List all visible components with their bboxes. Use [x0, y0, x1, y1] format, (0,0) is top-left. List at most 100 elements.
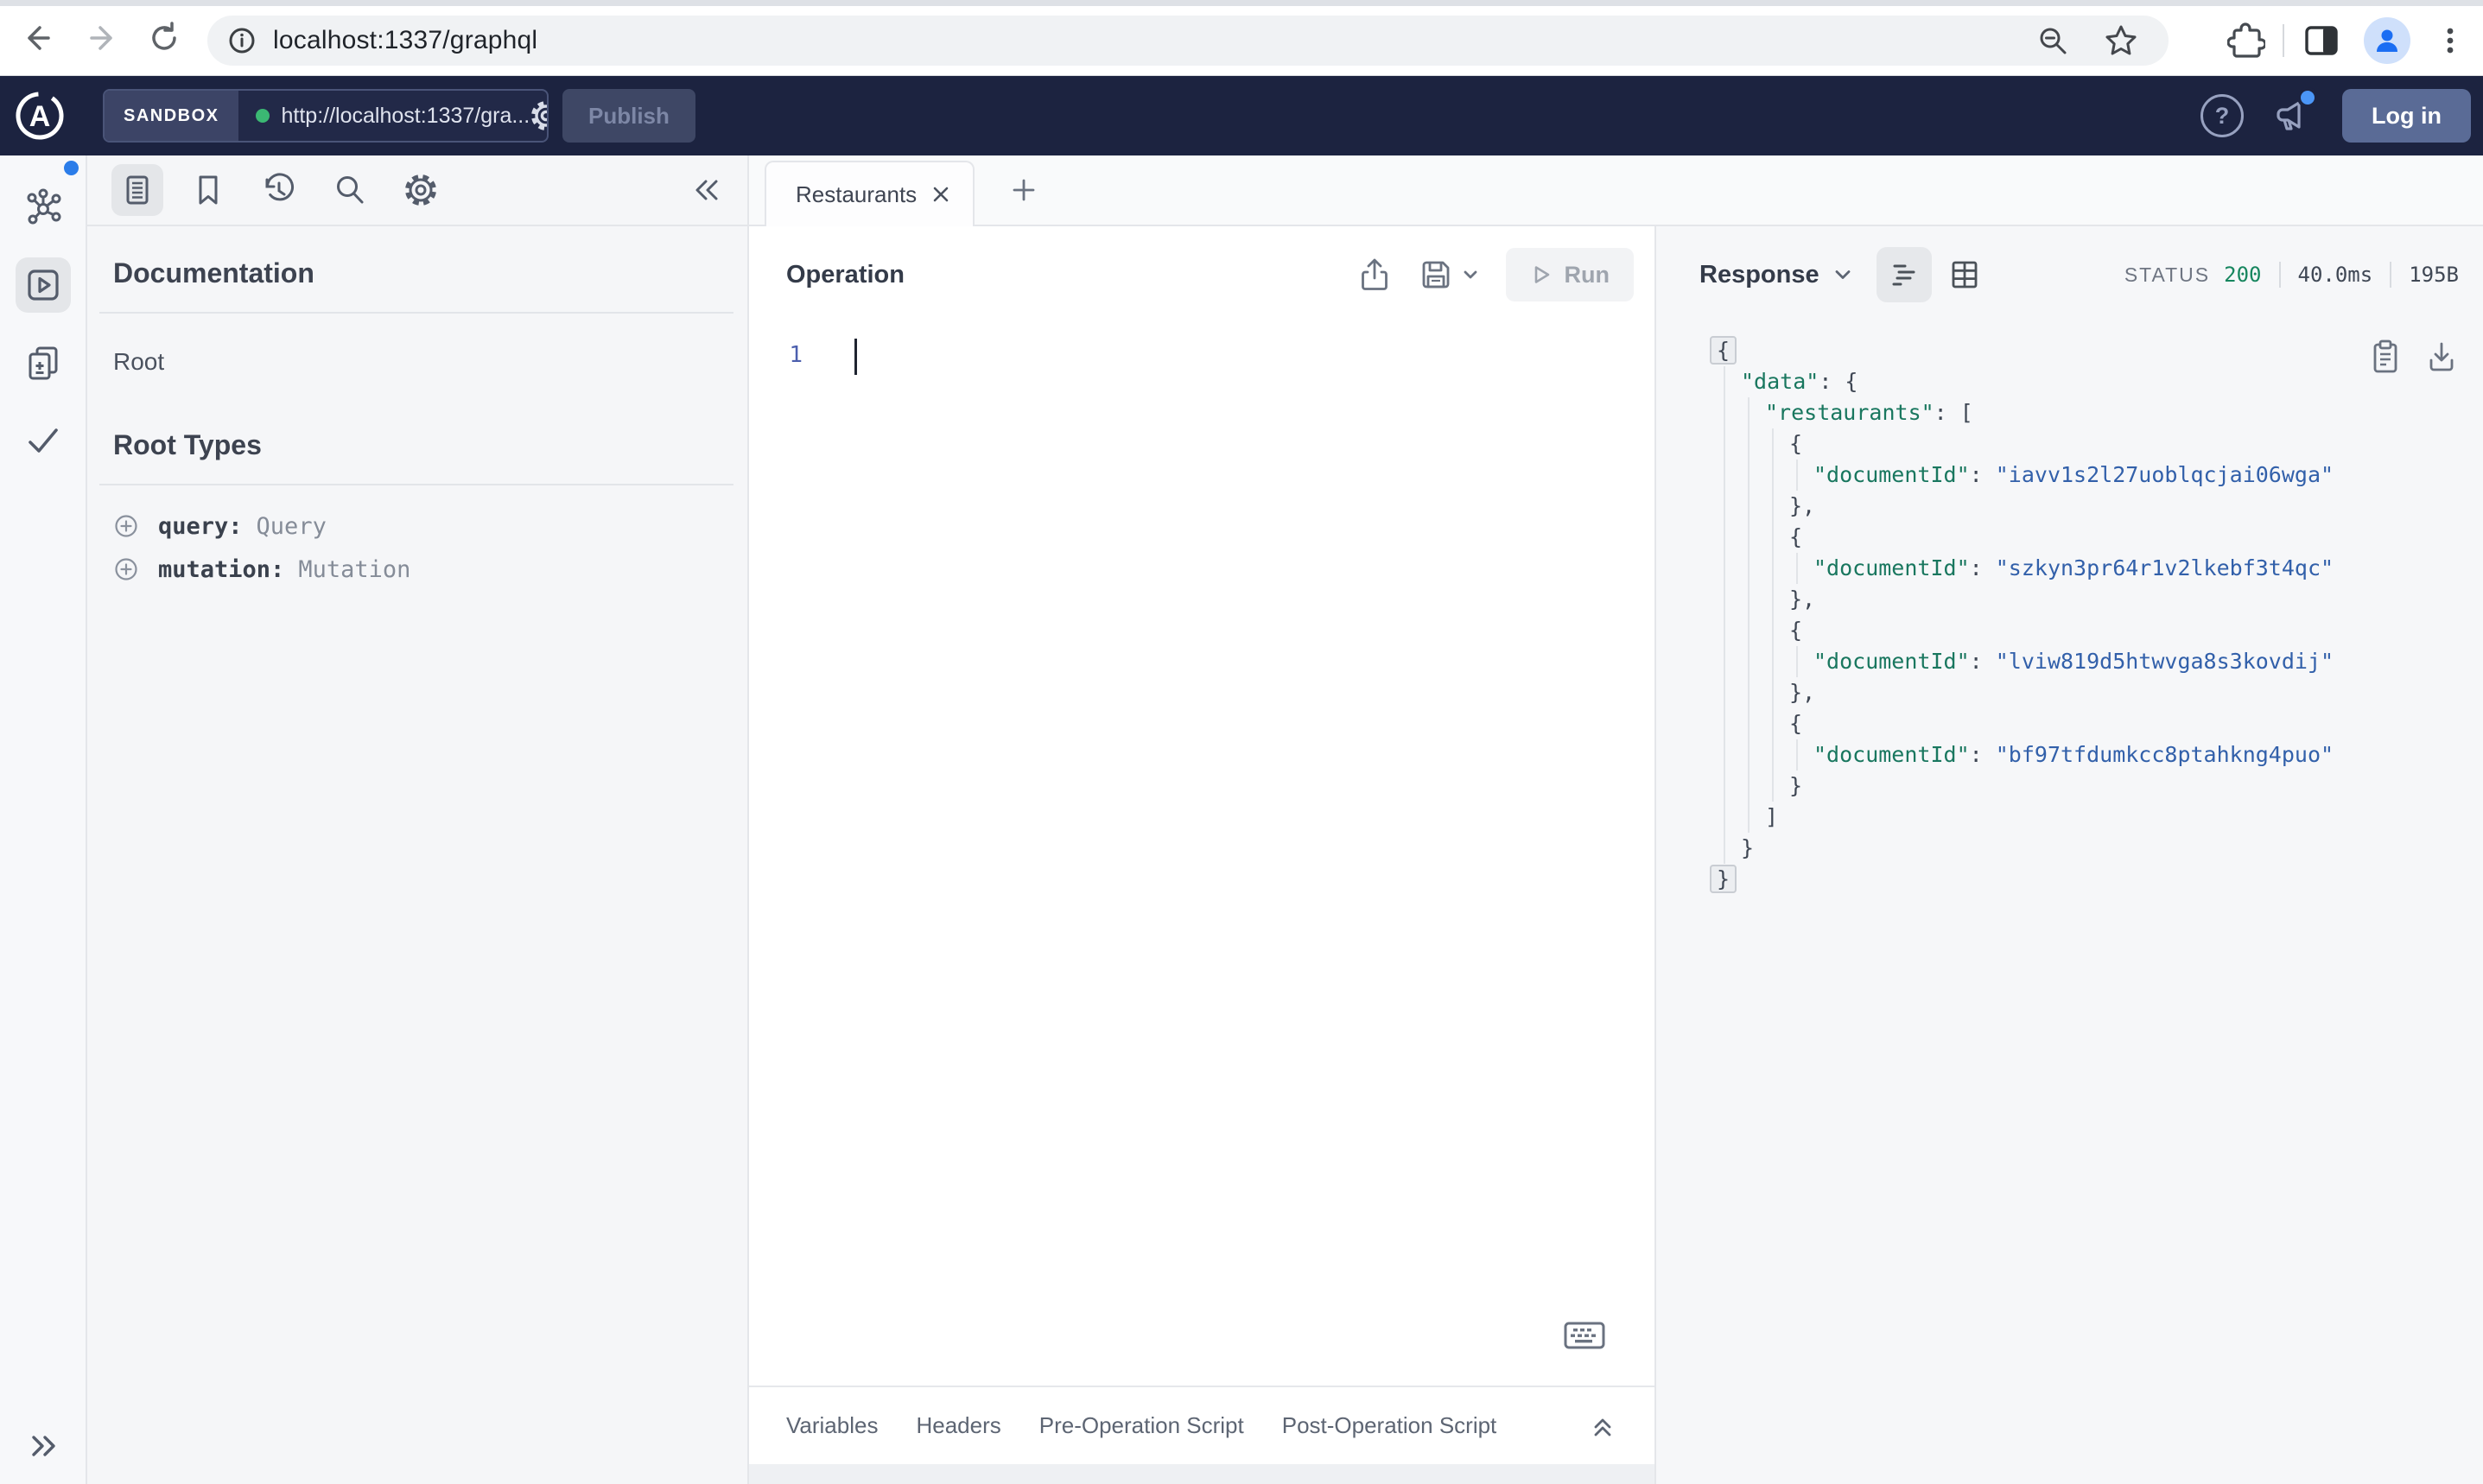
endpoint-input[interactable]: SANDBOX http://localhost:1337/gra...	[103, 89, 549, 143]
response-size: 195B	[2409, 263, 2459, 287]
root-type-row[interactable]: query: Query	[113, 504, 721, 548]
json-token: "iavv1s2l27uoblqcjai06wga"	[1995, 462, 2334, 487]
browser-reload-button[interactable]	[145, 19, 183, 57]
double-chevron-right-icon	[31, 1436, 55, 1456]
json-token: {	[1789, 711, 1803, 736]
explorer-settings-gear-icon[interactable]	[395, 164, 447, 216]
response-panel: Response STATUS 200 40.0ms 195B {"data"…	[1656, 226, 2483, 1484]
json-line: {	[1717, 428, 2483, 460]
person-icon	[2377, 29, 2397, 52]
response-json-view[interactable]: {"data": {"restaurants": [{"documentId":…	[1656, 323, 2483, 1484]
doc-root-breadcrumb[interactable]: Root	[113, 348, 721, 376]
json-line: {	[1717, 522, 2483, 553]
window-top-strip	[0, 0, 2483, 6]
side-panel-icon[interactable]	[2302, 21, 2341, 60]
documentation-panel: Documentation Root Root Types query: Quer…	[87, 155, 749, 1484]
root-type-field[interactable]: query:	[158, 513, 243, 540]
root-types-title: Root Types	[113, 429, 262, 460]
documentation-toolbar	[87, 155, 747, 226]
json-line: "documentId": "lviw819d5htwvga8s3kovdij"	[1717, 646, 2483, 677]
operation-editor[interactable]: 1	[749, 323, 1654, 1386]
search-icon[interactable]	[324, 164, 376, 216]
response-time: 40.0ms	[2297, 263, 2373, 287]
share-operation-icon[interactable]	[1357, 257, 1392, 292]
run-button[interactable]: Run	[1505, 248, 1634, 301]
rail-checks-icon[interactable]	[16, 413, 71, 468]
operation-footer: Variables Headers Pre-Operation Script Post…	[749, 1386, 1654, 1464]
apollo-logo-letter: A	[29, 100, 51, 133]
root-types-list: query: Query mutation: Mutation	[113, 504, 721, 591]
bottom-strip	[749, 1464, 1654, 1484]
json-token: }	[1789, 773, 1803, 798]
double-chevron-left-icon	[695, 180, 718, 200]
json-line: }	[1710, 864, 2483, 895]
json-token: "restaurants"	[1765, 400, 1934, 425]
apollo-logo[interactable]: A	[15, 91, 65, 141]
expand-circle-plus-icon[interactable]	[113, 556, 139, 582]
expand-rail-button[interactable]	[0, 1429, 87, 1463]
expand-circle-plus-icon[interactable]	[113, 513, 139, 539]
json-token: "data"	[1741, 369, 1819, 394]
json-line: {	[1717, 615, 2483, 646]
tab-restaurants[interactable]: Restaurants	[765, 161, 975, 226]
documentation-title: Documentation	[113, 257, 314, 289]
rail-diff-icon[interactable]	[16, 335, 71, 390]
json-line: {	[1717, 708, 2483, 739]
browser-back-button[interactable]	[19, 19, 57, 57]
json-line: ]	[1717, 802, 2483, 833]
meta-divider	[2278, 262, 2281, 288]
root-type-name[interactable]: Mutation	[298, 556, 410, 583]
collapse-footer-button[interactable]	[1589, 1412, 1616, 1440]
json-token: "documentId"	[1813, 555, 1970, 580]
keyboard-shortcuts-icon[interactable]	[1563, 1320, 1606, 1351]
collapse-docs-button[interactable]	[690, 174, 723, 206]
save-menu-chevron-icon[interactable]	[1461, 265, 1480, 284]
footer-tab[interactable]: Headers	[916, 1412, 1000, 1439]
add-tab-button[interactable]	[1009, 175, 1038, 205]
json-line: }	[1717, 833, 2483, 864]
divider	[99, 484, 733, 485]
endpoint-url-text[interactable]: http://localhost:1337/gra...	[282, 104, 530, 129]
save-operation-icon[interactable]	[1418, 257, 1454, 293]
browser-forward-button[interactable]	[83, 19, 121, 57]
pretty-print-view-icon[interactable]	[1876, 247, 1932, 302]
history-icon[interactable]	[253, 164, 305, 216]
connection-settings-gear-icon[interactable]	[530, 99, 547, 132]
sandbox-badge: SANDBOX	[105, 91, 238, 141]
tab-close-icon[interactable]	[930, 183, 952, 206]
table-view-icon[interactable]	[1937, 247, 1992, 302]
documentation-tab-icon[interactable]	[111, 164, 163, 216]
rail-schema-icon[interactable]	[16, 180, 71, 235]
zoom-out-icon[interactable]	[2035, 23, 2070, 58]
browser-menu-icon[interactable]	[2433, 23, 2467, 58]
rail-explorer-icon[interactable]	[15, 257, 71, 313]
footer-tabs: Variables Headers Pre-Operation Script Post…	[786, 1412, 1496, 1439]
json-token: :	[1969, 649, 1996, 674]
saved-operations-bookmark-icon[interactable]	[182, 164, 234, 216]
browser-profile-avatar[interactable]	[2364, 17, 2410, 64]
help-button[interactable]: ?	[2200, 94, 2245, 137]
footer-tab[interactable]: Post-Operation Script	[1282, 1412, 1497, 1439]
root-type-field[interactable]: mutation:	[158, 556, 284, 583]
tab-label: Restaurants	[796, 181, 918, 207]
sandbox-header: A SANDBOX http://localhost:1337/gra... P…	[0, 76, 2483, 155]
publish-button[interactable]: Publish	[562, 89, 695, 143]
json-line: "documentId": "szkyn3pr64r1v2lkebf3t4qc"	[1717, 553, 2483, 584]
root-type-row[interactable]: mutation: Mutation	[113, 548, 721, 591]
announcements-button[interactable]	[2271, 87, 2319, 136]
footer-tab[interactable]: Variables	[786, 1412, 878, 1439]
json-token: {	[1789, 618, 1803, 643]
root-type-name[interactable]: Query	[257, 513, 327, 540]
json-token: "documentId"	[1813, 742, 1970, 767]
meta-divider	[2390, 262, 2392, 288]
bookmark-star-icon[interactable]	[2103, 22, 2139, 59]
left-rail	[0, 155, 87, 1484]
response-menu-chevron-icon[interactable]	[1832, 263, 1854, 286]
url-text[interactable]: localhost:1337/graphql	[273, 26, 537, 55]
extensions-icon[interactable]	[2227, 22, 2265, 60]
login-button[interactable]: Log in	[2342, 89, 2471, 143]
site-info-icon[interactable]	[225, 23, 259, 58]
json-token: ]	[1765, 804, 1779, 829]
footer-tab[interactable]: Pre-Operation Script	[1039, 1412, 1244, 1439]
address-bar[interactable]: localhost:1337/graphql	[207, 16, 2169, 66]
